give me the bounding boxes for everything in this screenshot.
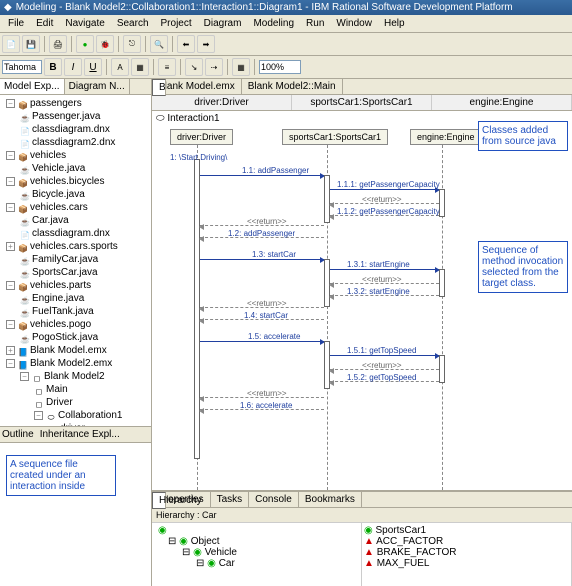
grid-icon[interactable]: ▦ <box>232 58 250 76</box>
tab-diagram-nav[interactable]: Diagram N... <box>65 79 130 94</box>
sequence-diagram[interactable]: ⬭ Interaction1 driver:Driver sportsCar1:… <box>152 111 572 491</box>
editor-tabs: Blank Model.emx Blank Model2::Main Blank… <box>152 79 572 95</box>
menu-run[interactable]: Run <box>301 16 329 31</box>
arrow-icon[interactable]: ↘ <box>185 58 203 76</box>
hierarchy-members[interactable]: ◉ SportsCar1 ▲ ACC_FACTOR ▲ BRAKE_FACTOR… <box>362 523 572 586</box>
debug-icon[interactable]: 🐞 <box>96 35 114 53</box>
menu-search[interactable]: Search <box>112 16 154 31</box>
run-icon[interactable]: ● <box>76 35 94 53</box>
lifeline-engine[interactable]: engine:Engine <box>410 129 482 145</box>
msg-addpassenger[interactable] <box>200 175 324 176</box>
italic-icon[interactable]: I <box>64 58 82 76</box>
msg-gettopspeed[interactable] <box>330 355 439 356</box>
diagram-title: ⬭ Interaction1 <box>156 113 220 124</box>
left-tabs: Model Exp... Diagram N... <box>0 79 151 95</box>
toolbar-2: B I U A ▦ ≡ ↘ ⇢ ▦ <box>0 56 572 79</box>
lifeline-header-row: driver:Driver sportsCar1:SportsCar1 engi… <box>152 95 572 111</box>
align-icon[interactable]: ≡ <box>158 58 176 76</box>
editor-tab-2[interactable]: Blank Model2::Main <box>242 79 343 94</box>
msg-startengine[interactable] <box>330 269 439 270</box>
fwd-icon[interactable]: ➡ <box>197 35 215 53</box>
menu-help[interactable]: Help <box>379 16 410 31</box>
title-bar: ◆ Modeling - Blank Model2::Collaboration… <box>0 0 572 15</box>
tab-inheritance[interactable]: Inheritance Expl... <box>40 429 120 440</box>
hierarchy-header: Hierarchy : Car <box>152 508 572 523</box>
model-explorer-tree[interactable]: −📦passengers ☕Passenger.java 📄classdiagr… <box>0 95 151 426</box>
tab-outline[interactable]: Outline <box>2 429 34 440</box>
editor-tab-3[interactable]: Blank Model2::Collaboration1::Interactio… <box>152 79 166 96</box>
zoom-combo[interactable] <box>259 60 301 74</box>
msg-accelerate[interactable] <box>200 341 324 342</box>
hierarchy-tree[interactable]: ◉ ⊟ ◉ Object ⊟ ◉ Vehicle ⊟ ◉ Car <box>152 523 362 586</box>
print-icon[interactable]: 🖨 <box>49 35 67 53</box>
save-icon[interactable]: 💾 <box>22 35 40 53</box>
new-icon[interactable]: 📄 <box>2 35 20 53</box>
search-icon[interactable]: 🔍 <box>150 35 168 53</box>
app-icon: ◆ <box>4 2 12 13</box>
callout-sequence-file: A sequence file created under an interac… <box>6 455 116 496</box>
menu-project[interactable]: Project <box>156 16 197 31</box>
bottom-panel: Properties Tasks Console Bookmarks Hiera… <box>152 491 572 586</box>
connector-icon[interactable]: ⇢ <box>205 58 223 76</box>
menu-navigate[interactable]: Navigate <box>60 16 109 31</box>
tab-console[interactable]: Console <box>249 492 299 507</box>
tab-bookmarks[interactable]: Bookmarks <box>299 492 362 507</box>
back-icon[interactable]: ⬅ <box>177 35 195 53</box>
tab-hierarchy[interactable]: Hierarchy <box>152 492 166 509</box>
lifeline-driver[interactable]: driver:Driver <box>170 129 233 145</box>
menu-file[interactable]: File <box>3 16 29 31</box>
tab-model-explorer[interactable]: Model Exp... <box>0 79 65 94</box>
bold-icon[interactable]: B <box>44 58 62 76</box>
callout-sequence: Sequence of method invocation selected f… <box>478 241 568 293</box>
font-combo[interactable] <box>2 60 42 74</box>
menu-bar: File Edit Navigate Search Project Diagra… <box>0 15 572 33</box>
callout-classes: Classes added from source java <box>478 121 568 151</box>
menu-modeling[interactable]: Modeling <box>248 16 299 31</box>
tab-tasks[interactable]: Tasks <box>211 492 250 507</box>
lifeline-car[interactable]: sportsCar1:SportsCar1 <box>282 129 388 145</box>
underline-icon[interactable]: U <box>84 58 102 76</box>
fontcolor-icon[interactable]: A <box>111 58 129 76</box>
msg-getpc[interactable] <box>330 189 439 190</box>
fillcolor-icon[interactable]: ▦ <box>131 58 149 76</box>
msg-startcar[interactable] <box>200 259 324 260</box>
window-title: Modeling - Blank Model2::Collaboration1:… <box>16 2 513 13</box>
toolbar-1: 📄 💾 🖨 ● 🐞 ⎋ 🔍 ⬅ ➡ <box>0 33 572 56</box>
menu-edit[interactable]: Edit <box>31 16 58 31</box>
menu-window[interactable]: Window <box>331 16 377 31</box>
ext-icon[interactable]: ⎋ <box>123 35 141 53</box>
menu-diagram[interactable]: Diagram <box>199 16 247 31</box>
